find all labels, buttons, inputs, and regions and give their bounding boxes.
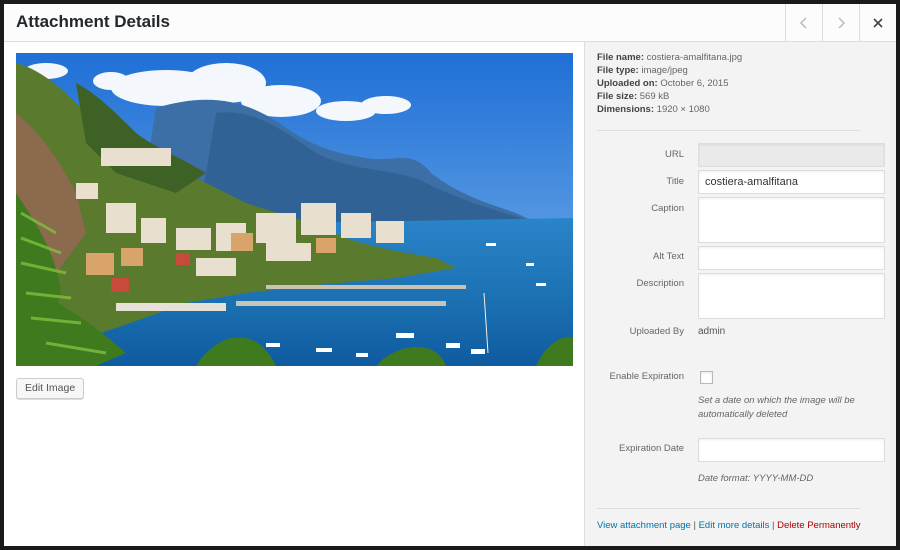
file-info: File name: costiera-amalfitana.jpg File … <box>597 51 742 116</box>
edit-more-details-link[interactable]: Edit more details <box>699 520 770 531</box>
chevron-right-icon <box>836 16 846 30</box>
chevron-left-icon <box>799 16 809 30</box>
divider <box>597 508 860 509</box>
caption-field[interactable] <box>698 197 885 243</box>
date-format-hint: Date format: YYYY-MM-DD <box>698 473 814 484</box>
close-button[interactable] <box>859 4 896 42</box>
title-field[interactable] <box>698 170 885 194</box>
separator: | <box>772 520 775 531</box>
uploaded-by-value: admin <box>698 326 726 337</box>
enable-expiration-checkbox[interactable] <box>700 371 713 384</box>
image-preview-pane: Edit Image <box>4 42 584 546</box>
alt-text-label: Alt Text <box>653 251 684 262</box>
uploaded-by-label: Uploaded By <box>629 326 684 337</box>
url-label: URL <box>664 149 684 160</box>
separator: | <box>693 520 696 531</box>
description-field[interactable] <box>698 273 885 319</box>
expiration-date-label: Expiration Date <box>619 443 684 454</box>
edit-image-button[interactable]: Edit Image <box>16 378 85 399</box>
url-field[interactable] <box>698 143 885 167</box>
file-info-row: File size: 569 kB <box>597 91 670 102</box>
attachment-image <box>16 53 573 366</box>
expiration-hint: Set a date on which the image will be au… <box>698 395 855 420</box>
file-info-row: File name: costiera-amalfitana.jpg <box>597 52 743 63</box>
alt-text-field[interactable] <box>698 246 885 270</box>
divider <box>597 130 860 131</box>
caption-label: Caption <box>651 203 684 214</box>
attachment-details-modal: Attachment Details Edit Image File name:… <box>4 4 896 546</box>
modal-title: Attachment Details <box>16 12 170 31</box>
modal-header: Attachment Details <box>4 4 896 42</box>
description-label: Description <box>636 278 684 289</box>
previous-button[interactable] <box>785 4 822 42</box>
delete-permanently-link[interactable]: Delete Permanently <box>777 520 860 531</box>
title-label: Title <box>666 176 684 187</box>
expiration-date-field[interactable] <box>698 438 885 462</box>
next-button[interactable] <box>822 4 859 42</box>
attachment-actions: View attachment page | Edit more details… <box>597 520 861 531</box>
file-info-row: Uploaded on: October 6, 2015 <box>597 78 729 89</box>
view-attachment-page-link[interactable]: View attachment page <box>597 520 691 531</box>
file-info-row: Dimensions: 1920 × 1080 <box>597 104 710 115</box>
file-info-row: File type: image/jpeg <box>597 65 688 76</box>
enable-expiration-label: Enable Expiration <box>609 371 684 382</box>
attachment-sidebar: File name: costiera-amalfitana.jpg File … <box>584 42 896 546</box>
close-icon <box>873 18 883 28</box>
